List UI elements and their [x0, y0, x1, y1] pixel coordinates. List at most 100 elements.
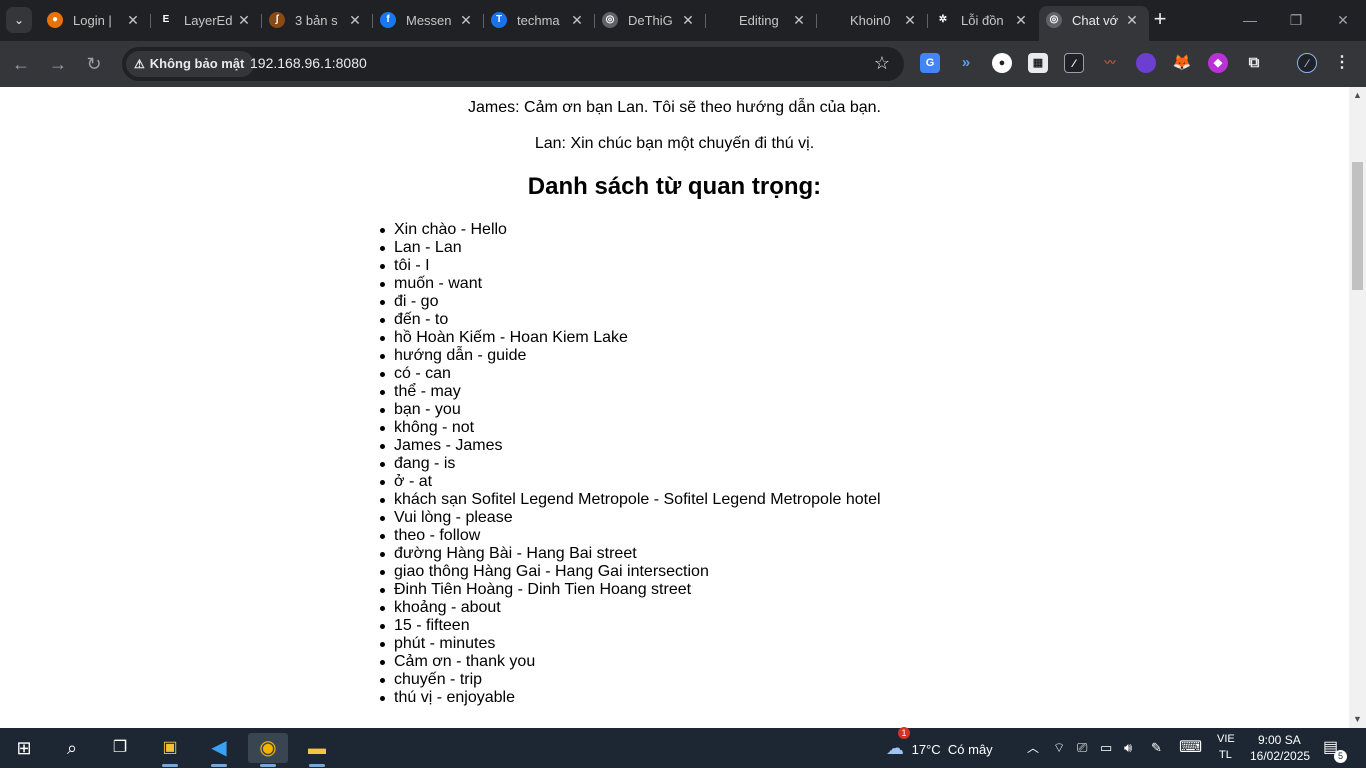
vocab-item: phút - minutes [380, 635, 881, 653]
vocab-list: Xin chào - Hello Lan - Lan tôi - Imuốn - w… [380, 221, 881, 707]
forward-button[interactable]: → [46, 52, 70, 76]
vocab-item: ở - at [380, 473, 881, 491]
notification-center-icon[interactable]: ▤ 5 [1323, 728, 1347, 768]
tab-close-icon[interactable]: ✕ [124, 11, 142, 29]
metamask-fox-icon[interactable]: 🦊 [1172, 53, 1192, 73]
globe-icon: ◎ [1046, 12, 1062, 28]
tab-title: Messen [406, 13, 452, 28]
browser-tab[interactable]: ● Login | ✕ [40, 6, 151, 35]
scroll-thumb[interactable] [1352, 162, 1363, 290]
vocab-item: thể - may [380, 383, 881, 401]
browser-tab[interactable]: ʃ 3 bản s ✕ [262, 6, 373, 35]
task-view-icon[interactable]: ❐ [100, 733, 140, 763]
meet-now-icon[interactable]: ⎚ [1077, 728, 1087, 768]
vocab-item: hướng dẫn - guide [380, 347, 881, 365]
blank-page-icon [824, 12, 840, 28]
page-viewport: James: Cảm ơn bạn Lan. Tôi sẽ theo hướng… [0, 87, 1349, 728]
input-method-indicator[interactable]: TL [1219, 749, 1232, 761]
tab-close-icon[interactable]: ✕ [568, 11, 586, 29]
facebook-icon: f [380, 12, 396, 28]
vocab-item: theo - follow [380, 527, 881, 545]
search-icon[interactable]: ⌕ [52, 733, 92, 763]
windows-start-icon[interactable]: ⊞ [4, 733, 44, 763]
notification-count-badge: 5 [1334, 750, 1347, 763]
sound-wave-extension-icon[interactable]: » [956, 53, 976, 73]
touch-keyboard-icon[interactable]: ⌨ [1179, 728, 1202, 768]
vocab-item: Cảm ơn - thank you [380, 653, 881, 671]
tab-title: Login | [73, 13, 112, 28]
chrome-menu-icon[interactable]: ⋮ [1332, 53, 1352, 73]
vocab-item: chuyến - trip [380, 671, 881, 689]
back-button[interactable]: ← [9, 52, 33, 76]
layered-logo-icon: E [158, 12, 174, 28]
security-chip[interactable]: ⚠ Không bảo mật [126, 51, 255, 77]
battery-icon[interactable]: ▭ [1100, 728, 1112, 768]
browser-tab[interactable]: ◎ DeThiG ✕ [595, 6, 706, 35]
weather-alert-badge: 1 [898, 727, 910, 739]
network-icon[interactable]: ⌔ [1053, 728, 1065, 768]
browser-tab[interactable]: Khoin0 ✕ [817, 6, 928, 35]
speaker-icon[interactable]: 🔊︎ [1124, 728, 1132, 768]
browser-toolbar: ← → ↻ ⚠ Không bảo mật 192.168.96.1:8080 ☆… [0, 41, 1366, 87]
vocab-item: giao thông Hàng Gai - Hang Gai intersect… [380, 563, 881, 581]
minimize-button[interactable]: — [1227, 8, 1273, 32]
purple-shield-extension-icon[interactable]: ◆ [1208, 53, 1228, 73]
bookmark-star-icon[interactable]: ☆ [874, 53, 890, 73]
tab-title: Editing [739, 13, 779, 28]
tab-close-icon[interactable]: ✕ [235, 11, 253, 29]
vscode-icon[interactable]: ◀ [199, 733, 239, 767]
file-explorer-icon[interactable]: ▬ [297, 733, 337, 767]
tab-strip: ⌄ ● Login | ✕ E LayerEd ✕ ʃ 3 bản s ✕ f Messen ✕ Tte… [0, 0, 1366, 41]
browser-tab[interactable]: E LayerEd ✕ [151, 6, 262, 35]
tab-close-icon[interactable]: ✕ [1012, 11, 1030, 29]
purple-circle-extension-icon[interactable] [1136, 53, 1156, 73]
browser-tab[interactable]: ✲ Lỗi đồn ✕ [928, 6, 1038, 35]
profile-avatar-icon[interactable]: ∕ [1297, 53, 1317, 73]
techma-t-icon: T [491, 12, 507, 28]
restore-button[interactable]: ❐ [1273, 8, 1319, 32]
vocab-item: muốn - want [380, 275, 881, 293]
tab-close-icon[interactable]: ✕ [790, 11, 808, 29]
scroll-down-arrow-icon[interactable]: ▼ [1349, 711, 1366, 728]
chrome-icon[interactable]: ◉ [248, 733, 288, 767]
cloud-icon: ☁ 1 [886, 727, 910, 758]
signature-extension-icon[interactable]: 〰 [1100, 53, 1120, 73]
file-tool-app-icon[interactable]: ▣ [150, 733, 190, 767]
address-bar[interactable]: ⚠ Không bảo mật 192.168.96.1:8080 ☆ [122, 47, 904, 81]
tab-close-icon[interactable]: ✕ [679, 11, 697, 29]
browser-tab[interactable]: Editing ✕ [706, 6, 817, 35]
close-window-button[interactable]: ✕ [1320, 8, 1366, 32]
browser-tab[interactable]: f Messen ✕ [373, 6, 484, 35]
dialogue-line: Lan: Xin chúc bạn một chuyến đi thú vị. [534, 135, 815, 152]
tab-title: 3 bản s [295, 13, 338, 28]
grid-extension-icon[interactable]: ▦ [1028, 53, 1048, 73]
clock-time[interactable]: 9:00 SA [1258, 733, 1301, 747]
new-tab-button[interactable]: + [1148, 8, 1172, 32]
dialogue-line: James: Cảm ơn bạn Lan. Tôi sẽ theo hướng… [468, 99, 881, 116]
tab-close-icon[interactable]: ✕ [457, 11, 475, 29]
game-controller-extension-icon[interactable]: ● [992, 53, 1012, 73]
reload-button[interactable]: ↻ [82, 52, 106, 76]
tab-close-icon[interactable]: ✕ [346, 11, 364, 29]
tab-close-icon[interactable]: ✕ [1123, 11, 1141, 29]
browser-tab[interactable]: Ttechma ✕ [484, 6, 595, 35]
page-scrollbar[interactable]: ▲ ▼ [1349, 87, 1366, 728]
blank-page-icon [713, 12, 729, 28]
weather-widget[interactable]: ☁ 1 17°C Có mây [886, 727, 993, 768]
extensions-puzzle-icon[interactable]: ⧉ [1244, 53, 1264, 73]
pen-icon[interactable]: ✎ [1151, 728, 1162, 768]
tab-search-button[interactable]: ⌄ [6, 7, 32, 33]
language-indicator[interactable]: VIE [1217, 733, 1235, 745]
vocab-item: không - not [380, 419, 881, 437]
url-text[interactable]: 192.168.96.1:8080 [250, 55, 367, 71]
show-hidden-icons-chevron-icon[interactable]: ︿ [1027, 728, 1039, 768]
slash-extension-icon[interactable]: ⁄ [1064, 53, 1084, 73]
clock-date[interactable]: 16/02/2025 [1250, 749, 1310, 763]
windows-taskbar: ⊞ ⌕ ❐ ▣ ◀ ◉ ▬ ☁ 1 17°C Có mây ︿ ⌔ ⎚ ▭ 🔊︎ … [0, 727, 1366, 768]
tab-title: Lỗi đồn [961, 13, 1004, 28]
scroll-up-arrow-icon[interactable]: ▲ [1349, 87, 1366, 104]
browser-tab[interactable]: ◎ Chat vớ ✕ [1039, 6, 1149, 41]
google-translate-icon[interactable]: G [920, 53, 940, 73]
vocab-item: thú vị - enjoyable [380, 689, 881, 707]
tab-close-icon[interactable]: ✕ [901, 11, 919, 29]
